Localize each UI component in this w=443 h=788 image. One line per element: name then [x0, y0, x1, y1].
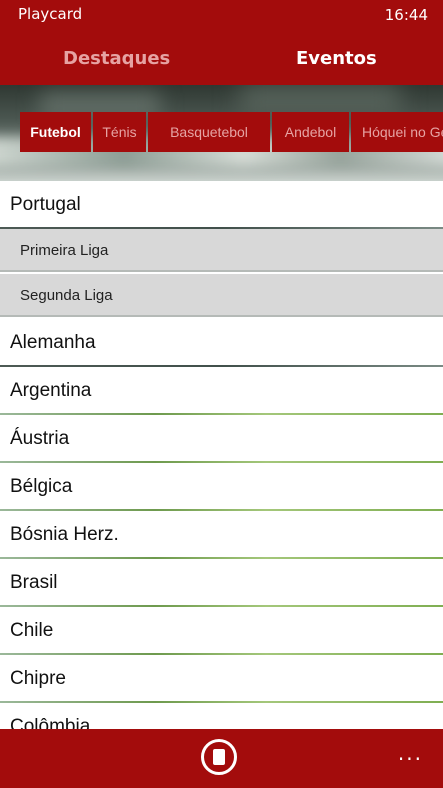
list-item-alemanha[interactable]: Alemanha: [0, 319, 443, 367]
sport-tab-andebol[interactable]: Andebol: [272, 112, 349, 152]
app-bar: ...: [0, 729, 443, 788]
list-item-portugal[interactable]: Portugal: [0, 181, 443, 229]
country-list: Portugal Primeira Liga Segunda Liga Alem…: [0, 181, 443, 729]
league-label: Primeira Liga: [20, 242, 109, 259]
list-item-belgica[interactable]: Bélgica: [0, 463, 443, 511]
tab-eventos[interactable]: Eventos: [296, 48, 377, 69]
sport-filter-bar: Futebol Ténis Basquetebol Andebol Hóquei…: [20, 112, 443, 152]
league-label: Segunda Liga: [20, 287, 113, 304]
app-name: Playcard: [18, 5, 83, 23]
list-item-label: Alemanha: [10, 332, 96, 353]
sport-tab-tenis[interactable]: Ténis: [93, 112, 146, 152]
list-item-label: Chipre: [10, 668, 66, 689]
list-item-label: Bélgica: [10, 476, 73, 497]
list-item-label: Argentina: [10, 380, 92, 401]
list-item-label: Áustria: [10, 428, 70, 449]
sport-tab-basquetebol[interactable]: Basquetebol: [148, 112, 270, 152]
league-item-primeira-liga[interactable]: Primeira Liga: [0, 229, 443, 272]
list-item-chipre[interactable]: Chipre: [0, 655, 443, 703]
sport-tab-futebol[interactable]: Futebol: [20, 112, 91, 152]
status-bar: Playcard 16:44: [0, 0, 443, 30]
tab-destaques[interactable]: Destaques: [63, 48, 170, 69]
list-item-brasil[interactable]: Brasil: [0, 559, 443, 607]
list-item-chile[interactable]: Chile: [0, 607, 443, 655]
more-button[interactable]: ...: [398, 741, 423, 765]
list-item-bosnia[interactable]: Bósnia Herz.: [0, 511, 443, 559]
card-icon[interactable]: [201, 739, 237, 775]
list-item-argentina[interactable]: Argentina: [0, 367, 443, 415]
list-item-austria[interactable]: Áustria: [0, 415, 443, 463]
pivot-header: Destaques Eventos: [0, 30, 443, 85]
list-item-label: Brasil: [10, 572, 58, 593]
list-item-label: Chile: [10, 620, 54, 641]
list-item-label: Portugal: [10, 194, 81, 215]
clock: 16:44: [384, 6, 428, 24]
list-item-label: Bósnia Herz.: [10, 524, 119, 545]
list-item-label: Colômbia: [10, 716, 91, 729]
list-item-colombia[interactable]: Colômbia: [0, 703, 443, 729]
sport-tab-hoquei[interactable]: Hóquei no Gelo: [351, 112, 443, 152]
league-item-segunda-liga[interactable]: Segunda Liga: [0, 274, 443, 317]
